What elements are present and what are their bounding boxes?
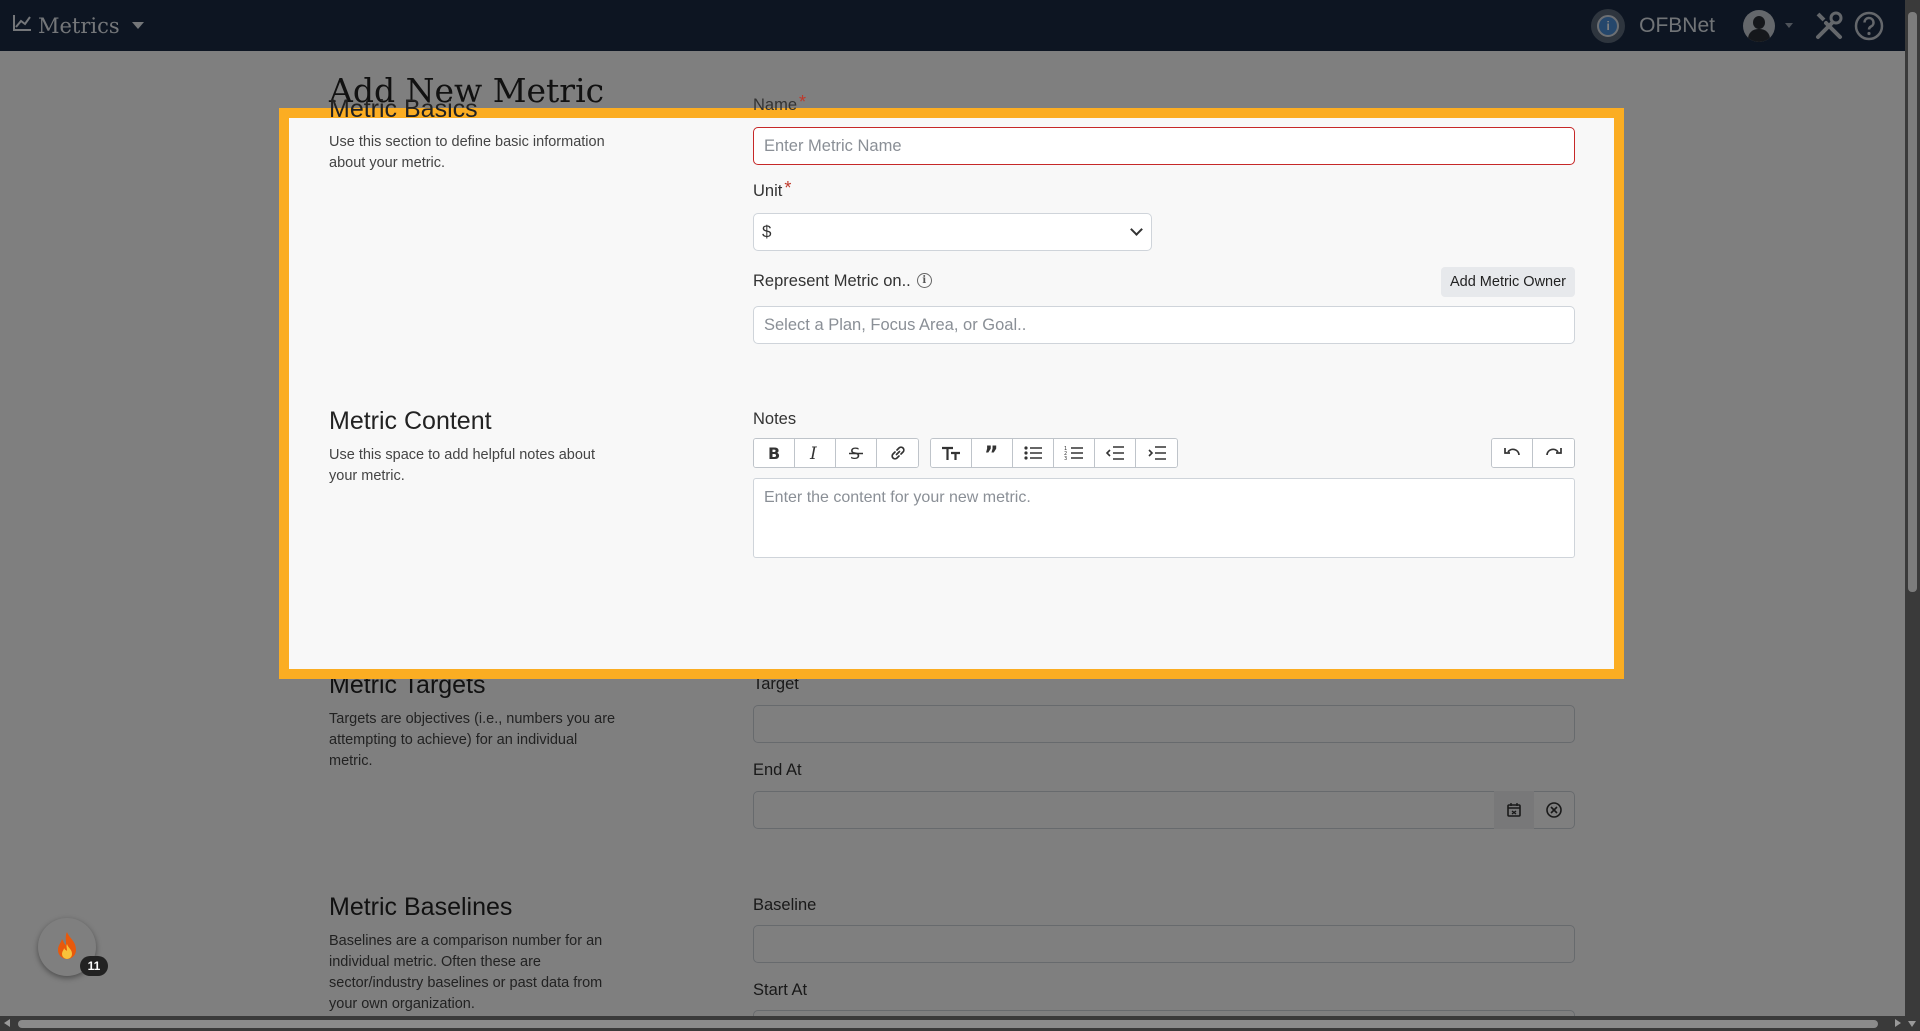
outdent-icon[interactable] [1095,439,1136,467]
highlight-inner: Metric Basics Use this section to define… [0,0,1905,915]
svg-text:I: I [809,445,817,461]
svg-text:B: B [768,445,780,461]
represent-metric-input[interactable] [753,306,1575,344]
toolbar-history-group [1491,438,1575,468]
unit-value: $ [762,222,772,241]
vertical-scrollbar[interactable] [1905,0,1920,1031]
notes-label: Notes [753,410,797,428]
quote-icon[interactable]: ” [972,439,1013,467]
numbered-list-icon[interactable]: 123 [1054,439,1095,467]
editor-placeholder: Enter the content for your new metric. [764,489,1031,506]
scroll-left-arrow-icon[interactable] [4,1019,10,1027]
fire-icon [58,932,76,959]
required-star: * [799,92,807,112]
bold-icon[interactable]: B [754,439,795,467]
vertical-scrollbar-thumb[interactable] [1908,12,1917,592]
link-icon[interactable] [877,439,918,467]
section-desc-basics: Use this section to define basic informa… [329,134,605,171]
redo-icon[interactable] [1533,439,1574,467]
represent-label: Represent Metric on.. i [753,272,932,291]
metric-name-input[interactable] [753,127,1575,165]
section-heading-content: Metric Content [329,407,492,435]
scroll-down-arrow-icon[interactable] [1908,1021,1916,1027]
horizontal-scrollbar-thumb[interactable] [18,1020,1878,1028]
bullet-list-icon[interactable] [1013,439,1054,467]
toolbar-block-group: ” 123 [930,438,1178,468]
info-icon[interactable]: i [916,273,932,289]
scroll-right-arrow-icon[interactable] [1895,1019,1901,1027]
unit-label: Unit * [753,178,792,200]
strikethrough-icon[interactable]: S [836,439,877,467]
svg-text:3: 3 [1064,456,1067,461]
section-desc-content: Use this space to add helpful notes abou… [329,447,596,484]
required-star: * [784,178,792,198]
heading-icon[interactable] [931,439,972,467]
highlighted-form-region: Metric Basics Use this section to define… [279,92,1624,679]
toolbar-format-group: B I S [753,438,919,468]
undo-icon[interactable] [1492,439,1533,467]
chevron-down-icon [1130,223,1143,236]
add-metric-owner-button[interactable]: Add Metric Owner [1441,267,1575,297]
unit-select[interactable]: $ [753,213,1152,251]
svg-text:”: ” [984,445,998,461]
notes-editor[interactable]: Enter the content for your new metric. [753,478,1575,558]
indent-icon[interactable] [1136,439,1177,467]
italic-icon[interactable]: I [795,439,836,467]
section-heading-basics: Metric Basics [329,95,478,123]
notification-count-badge: 11 [80,956,108,976]
horizontal-scrollbar[interactable] [0,1016,1905,1031]
name-label: Name * [753,92,807,114]
